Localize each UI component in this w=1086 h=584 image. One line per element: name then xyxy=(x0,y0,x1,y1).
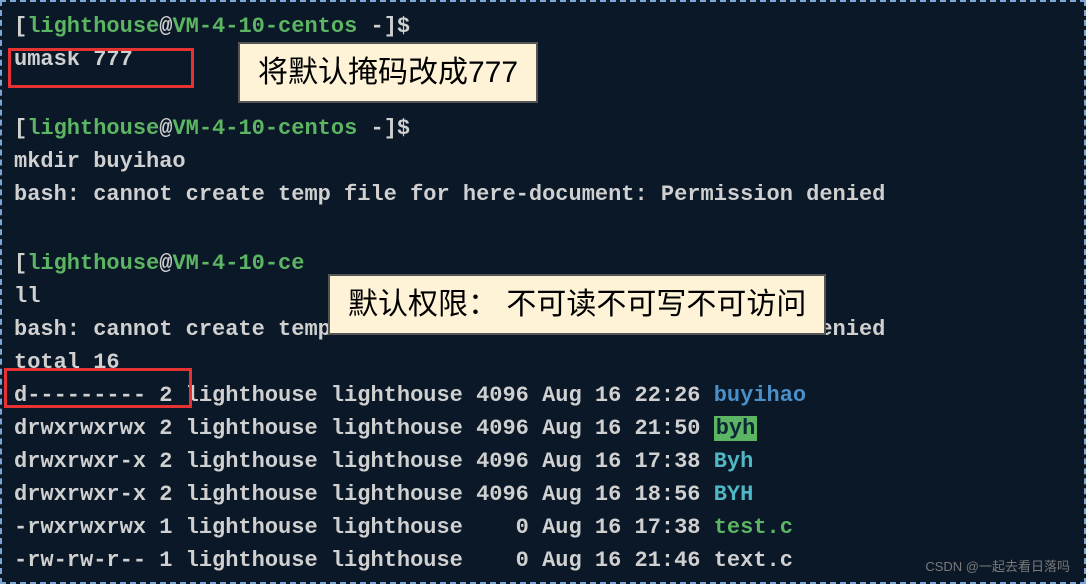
annotation-perm: 默认权限： 不可读不可写不可访问 xyxy=(328,274,826,335)
bash-error-1: bash: cannot create temp file for here-d… xyxy=(14,178,1072,211)
list-item: drwxrwxrwx 2 lighthouse lighthouse 4096 … xyxy=(14,412,1072,445)
list-item: -rw-rw-r-- 1 lighthouse lighthouse 0 Aug… xyxy=(14,544,1072,577)
command-mkdir: mkdir buyihao xyxy=(14,145,1072,178)
prompt-line-2: [lighthouse@VM-4-10-centos -]$ xyxy=(14,112,1072,145)
watermark: CSDN @一起去看日落吗 xyxy=(925,557,1070,577)
file-listing: d--------- 2 lighthouse lighthouse 4096 … xyxy=(14,379,1072,577)
annotation-umask: 将默认掩码改成777 xyxy=(238,42,538,103)
highlight-box-umask xyxy=(8,48,194,88)
list-item: -rwxrwxrwx 1 lighthouse lighthouse 0 Aug… xyxy=(14,511,1072,544)
highlight-box-perm xyxy=(4,368,192,408)
list-item: drwxrwxr-x 2 lighthouse lighthouse 4096 … xyxy=(14,445,1072,478)
list-item: drwxrwxr-x 2 lighthouse lighthouse 4096 … xyxy=(14,478,1072,511)
prompt-line-1: [lighthouse@VM-4-10-centos -]$ xyxy=(14,10,1072,43)
